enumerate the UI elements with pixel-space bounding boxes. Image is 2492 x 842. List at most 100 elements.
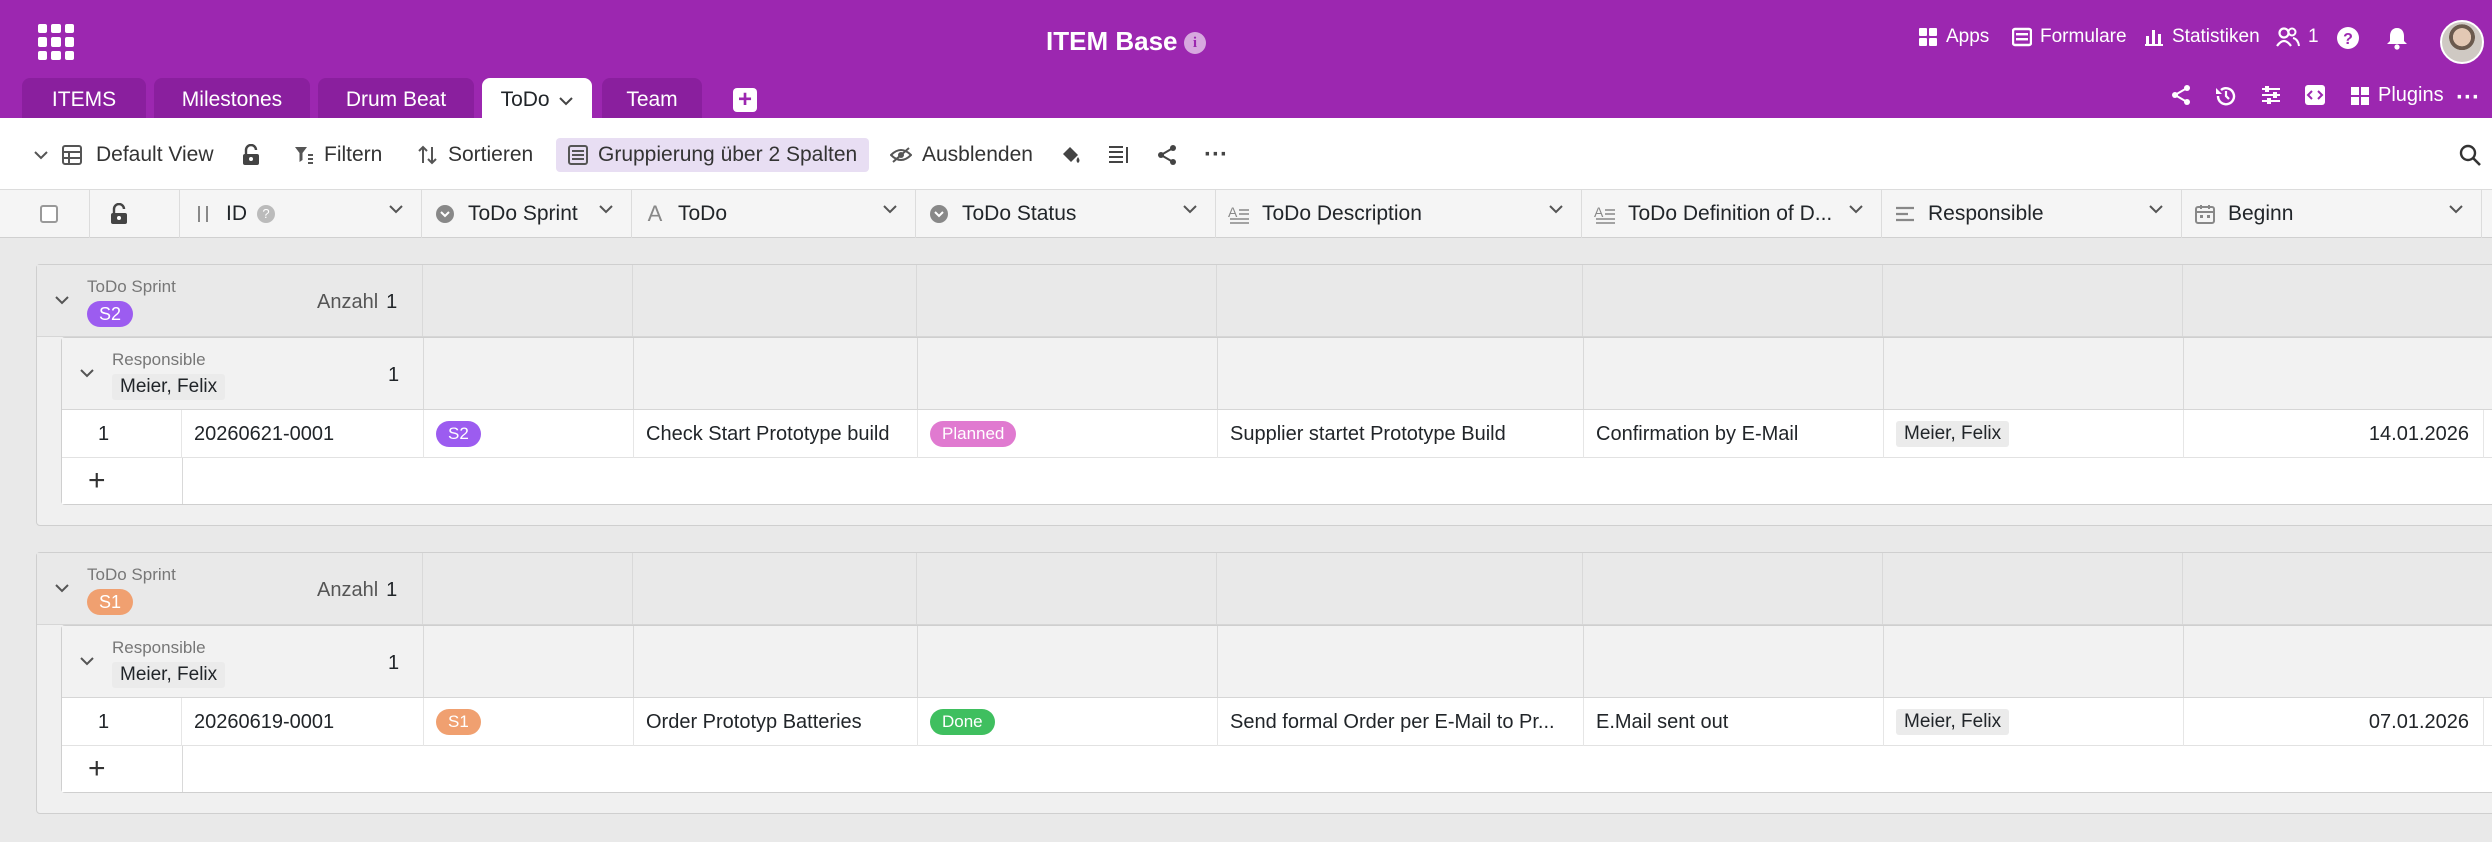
tab-items[interactable]: ITEMS bbox=[22, 78, 146, 118]
toolbar-more-icon[interactable]: ··· bbox=[1204, 138, 1228, 172]
collaborators-button[interactable]: 1 bbox=[2276, 26, 2319, 48]
statistics-button[interactable]: Statistiken bbox=[2144, 26, 2260, 48]
add-row-button[interactable]: + bbox=[88, 752, 106, 786]
history-button[interactable] bbox=[2214, 84, 2238, 108]
group-header[interactable]: ToDo Sprint S2 Anzahl 1 bbox=[37, 265, 2492, 337]
subgroup-header[interactable]: Responsible Meier, Felix 1 bbox=[62, 626, 2492, 698]
group-count: Anzahl 1 bbox=[317, 291, 398, 313]
script-button[interactable] bbox=[2304, 84, 2326, 106]
chevron-down-icon[interactable] bbox=[599, 204, 613, 214]
cell-todo[interactable]: Check Start Prototype build bbox=[634, 410, 918, 458]
chevron-down-icon[interactable] bbox=[80, 656, 94, 666]
subgroup-header[interactable]: Responsible Meier, Felix 1 bbox=[62, 338, 2492, 410]
chevron-down-icon[interactable] bbox=[559, 96, 574, 106]
filter-label: Filtern bbox=[324, 143, 383, 166]
help-icon: ? bbox=[2337, 27, 2359, 49]
date-icon bbox=[2195, 205, 2215, 224]
cell-status[interactable]: Done bbox=[918, 698, 1218, 746]
column-label: ToDo bbox=[678, 202, 728, 225]
column-todo-sprint[interactable]: ToDo Sprint bbox=[422, 190, 632, 238]
chevron-down-icon[interactable] bbox=[883, 204, 897, 214]
column-label: ToDo Status bbox=[962, 202, 1077, 225]
subgroup-field-label: Responsible bbox=[112, 638, 206, 657]
column-label: ID bbox=[226, 202, 247, 225]
sort-icon bbox=[198, 206, 208, 222]
group-label: Gruppierung über 2 Spalten bbox=[598, 143, 858, 166]
more-menu-icon[interactable]: ··· bbox=[2456, 84, 2480, 112]
svg-text:A: A bbox=[1228, 204, 1238, 220]
cell-sprint[interactable]: S2 bbox=[424, 410, 634, 458]
share-view-button[interactable] bbox=[1156, 138, 1178, 172]
plugins-button[interactable]: Plugins bbox=[2350, 84, 2444, 107]
cell-responsible[interactable]: Meier, Felix bbox=[1884, 698, 2184, 746]
cell-definition-of-done[interactable]: E.Mail sent out bbox=[1584, 698, 1884, 746]
apps-button[interactable]: Apps bbox=[1918, 26, 1989, 48]
column-label: ToDo Definition of D... bbox=[1628, 202, 1833, 225]
chevron-down-icon[interactable] bbox=[389, 204, 403, 214]
cell-beginn[interactable]: 07.01.2026 bbox=[2184, 698, 2484, 746]
cell-description[interactable]: Supplier startet Prototype Build bbox=[1218, 410, 1584, 458]
chevron-down-icon[interactable] bbox=[80, 368, 94, 378]
tab-team[interactable]: Team bbox=[602, 78, 702, 118]
column-todo-definition-of-done[interactable]: A ToDo Definition of D... bbox=[1582, 190, 1882, 238]
chevron-down-icon[interactable] bbox=[1183, 204, 1197, 214]
cell-beginn[interactable]: 14.01.2026 bbox=[2184, 410, 2484, 458]
code-icon bbox=[2305, 85, 2325, 105]
add-table-button[interactable]: + bbox=[733, 88, 757, 112]
search-button[interactable] bbox=[2458, 138, 2482, 172]
table-row[interactable]: 1 20260619-0001 S1 Order Prototyp Batter… bbox=[62, 698, 2492, 746]
lock-view-button[interactable] bbox=[242, 138, 260, 172]
select-all-checkbox[interactable] bbox=[0, 190, 90, 238]
collaborator-chip: Meier, Felix bbox=[112, 662, 226, 688]
row-color-button[interactable] bbox=[1060, 138, 1082, 172]
cell-id[interactable]: 20260619-0001 bbox=[182, 698, 424, 746]
chevron-down-icon[interactable] bbox=[1849, 204, 1863, 214]
tab-milestones[interactable]: Milestones bbox=[154, 78, 310, 118]
chevron-down-icon[interactable] bbox=[55, 583, 69, 593]
table-settings-button[interactable] bbox=[2260, 84, 2282, 106]
cell-responsible[interactable]: Meier, Felix bbox=[1884, 410, 2184, 458]
group-button[interactable]: Gruppierung über 2 Spalten bbox=[556, 138, 870, 172]
user-avatar[interactable] bbox=[2440, 20, 2484, 64]
add-row-button[interactable]: + bbox=[88, 464, 106, 498]
info-icon[interactable]: i bbox=[1184, 32, 1206, 54]
add-row[interactable]: + bbox=[62, 746, 2492, 792]
chevron-down-icon[interactable] bbox=[55, 295, 69, 305]
column-responsible[interactable]: Responsible bbox=[1882, 190, 2182, 238]
group-header[interactable]: ToDo Sprint S1 Anzahl 1 bbox=[37, 553, 2492, 625]
column-todo[interactable]: A ToDo bbox=[632, 190, 916, 238]
cell-todo[interactable]: Order Prototyp Batteries bbox=[634, 698, 918, 746]
subgroup-count: 1 bbox=[388, 364, 400, 386]
share-button[interactable] bbox=[2170, 84, 2192, 106]
tab-todo[interactable]: ToDo bbox=[482, 78, 592, 118]
filter-button[interactable]: Filtern bbox=[294, 138, 382, 172]
view-toolbar: Default View Filtern Sortieren Gruppieru… bbox=[0, 118, 2492, 190]
column-todo-status[interactable]: ToDo Status bbox=[916, 190, 1216, 238]
row-height-button[interactable] bbox=[1108, 138, 1130, 172]
column-id[interactable]: ID ? bbox=[180, 190, 422, 238]
column-todo-description[interactable]: A ToDo Description bbox=[1216, 190, 1582, 238]
app-launcher-icon[interactable] bbox=[38, 24, 74, 60]
group-icon bbox=[568, 145, 588, 165]
cell-description[interactable]: Send formal Order per E-Mail to Pr... bbox=[1218, 698, 1584, 746]
sliders-icon bbox=[2262, 86, 2280, 104]
column-beginn[interactable]: Beginn bbox=[2182, 190, 2482, 238]
chevron-down-icon[interactable] bbox=[1549, 204, 1563, 214]
cell-status[interactable]: Planned bbox=[918, 410, 1218, 458]
tab-label: Team bbox=[626, 88, 678, 111]
cell-sprint[interactable]: S1 bbox=[424, 698, 634, 746]
add-row[interactable]: + bbox=[62, 458, 2492, 504]
view-selector[interactable]: Default View bbox=[34, 138, 214, 172]
hide-columns-button[interactable]: Ausblenden bbox=[890, 138, 1033, 172]
table-row[interactable]: 1 20260621-0001 S2 Check Start Prototype… bbox=[62, 410, 2492, 458]
cell-id[interactable]: 20260621-0001 bbox=[182, 410, 424, 458]
collaborator-chip: Meier, Felix bbox=[1896, 709, 2010, 735]
chevron-down-icon[interactable] bbox=[2449, 204, 2463, 214]
help-button[interactable]: ? bbox=[2336, 26, 2360, 50]
chevron-down-icon[interactable] bbox=[2149, 204, 2163, 214]
sort-button[interactable]: Sortieren bbox=[418, 138, 533, 172]
notifications-button[interactable] bbox=[2386, 26, 2408, 50]
tab-drum-beat[interactable]: Drum Beat bbox=[318, 78, 474, 118]
forms-button[interactable]: Formulare bbox=[2012, 26, 2127, 48]
cell-definition-of-done[interactable]: Confirmation by E-Mail bbox=[1584, 410, 1884, 458]
